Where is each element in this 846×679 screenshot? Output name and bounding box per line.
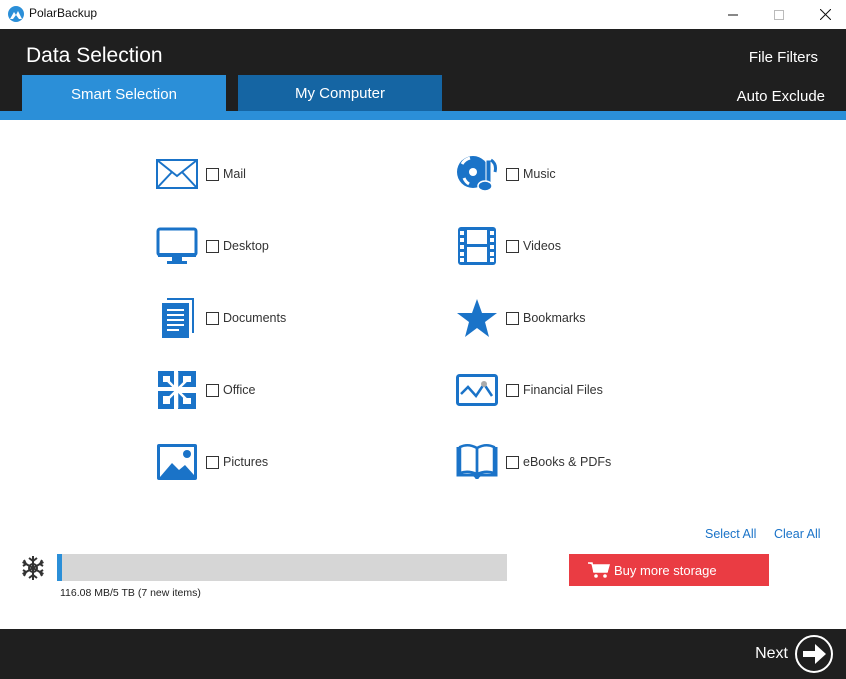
minimize-button[interactable]	[710, 0, 756, 29]
category-documents[interactable]: Documents	[155, 296, 286, 340]
financial-files-icon	[455, 368, 499, 412]
clear-all-link[interactable]: Clear All	[774, 527, 821, 541]
pictures-checkbox[interactable]	[206, 455, 219, 469]
file-filters-link[interactable]: File Filters	[749, 49, 818, 66]
desktop-icon	[155, 224, 199, 268]
maximize-button[interactable]	[756, 0, 802, 29]
desktop-label: Desktop	[223, 239, 269, 253]
documents-icon	[155, 296, 199, 340]
auto-exclude-link[interactable]: Auto Exclude	[737, 88, 825, 105]
bookmarks-checkbox[interactable]	[506, 311, 519, 325]
tab-underline-strip	[0, 111, 846, 120]
category-pictures[interactable]: Pictures	[155, 440, 268, 484]
header: Data Selection Smart Selection My Comput…	[0, 29, 846, 114]
polarbackup-logo-icon	[8, 6, 24, 22]
close-button[interactable]	[802, 0, 846, 29]
mail-label: Mail	[223, 167, 246, 181]
storage-usage-text: 116.08 MB/5 TB (7 new items)	[60, 587, 201, 599]
buy-more-storage-label: Buy more storage	[614, 562, 717, 578]
cart-icon	[588, 562, 610, 578]
title-bar: PolarBackup	[0, 0, 846, 29]
category-desktop[interactable]: Desktop	[155, 224, 269, 268]
category-mail[interactable]: Mail	[155, 152, 246, 196]
bookmarks-icon	[455, 296, 499, 340]
close-icon	[819, 9, 831, 20]
tab-smart-selection[interactable]: Smart Selection	[22, 75, 226, 114]
select-all-link[interactable]: Select All	[705, 527, 756, 541]
mail-icon	[155, 152, 199, 196]
storage-progress-fill	[57, 554, 62, 581]
ebooks-checkbox[interactable]	[506, 455, 519, 469]
maximize-icon	[774, 9, 784, 20]
footer: Next	[0, 629, 846, 679]
page-title: Data Selection	[26, 44, 163, 67]
pictures-label: Pictures	[223, 455, 269, 469]
buy-more-storage-button[interactable]: Buy more storage	[569, 554, 769, 586]
ebooks-label: eBooks & PDFs	[523, 455, 612, 469]
financial-files-checkbox[interactable]	[506, 383, 519, 397]
category-ebooks[interactable]: eBooks & PDFs	[455, 440, 611, 484]
financial-files-label: Financial Files	[523, 383, 603, 397]
polarbackup-window: PolarBackup Data Selection Smart Selecti…	[0, 0, 846, 679]
ebooks-icon	[455, 440, 499, 484]
music-icon	[455, 152, 499, 196]
category-videos[interactable]: Videos	[455, 224, 561, 268]
minimize-icon	[728, 14, 738, 15]
desktop-checkbox[interactable]	[206, 239, 219, 253]
office-checkbox[interactable]	[206, 383, 219, 397]
bookmarks-label: Bookmarks	[523, 311, 586, 325]
documents-label: Documents	[223, 311, 287, 325]
videos-icon	[455, 224, 499, 268]
snowflake-icon	[20, 555, 46, 581]
next-button[interactable]: Next	[755, 634, 834, 674]
arrow-right-circle-icon	[795, 635, 833, 673]
videos-checkbox[interactable]	[506, 239, 519, 253]
music-checkbox[interactable]	[506, 167, 519, 181]
app-title: PolarBackup	[29, 6, 98, 20]
category-bookmarks[interactable]: Bookmarks	[455, 296, 586, 340]
pictures-icon	[155, 440, 199, 484]
music-label: Music	[523, 167, 556, 181]
tab-my-computer[interactable]: My Computer	[238, 75, 442, 112]
mail-checkbox[interactable]	[206, 167, 219, 181]
office-label: Office	[223, 383, 256, 397]
category-financial-files[interactable]: Financial Files	[455, 368, 603, 412]
next-label: Next	[755, 645, 788, 662]
documents-checkbox[interactable]	[206, 311, 219, 325]
category-office[interactable]: Office	[155, 368, 255, 412]
storage-progress-bar	[57, 554, 507, 581]
category-music[interactable]: Music	[455, 152, 556, 196]
videos-label: Videos	[523, 239, 561, 253]
office-icon	[155, 368, 199, 412]
